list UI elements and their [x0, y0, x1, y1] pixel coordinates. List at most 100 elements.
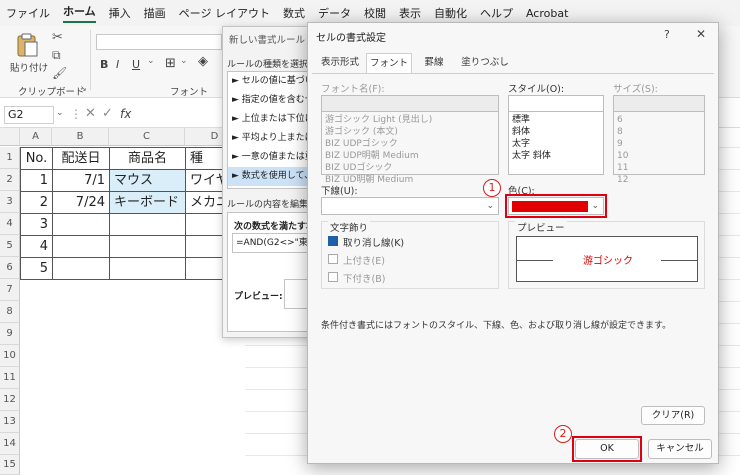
cancel-icon[interactable]: ✕ — [85, 106, 96, 121]
table-header-cell[interactable]: No. — [20, 147, 53, 170]
list-item[interactable]: 11 — [614, 162, 704, 174]
menu-file[interactable]: ファイル — [6, 5, 50, 21]
list-item[interactable]: 8 — [614, 126, 704, 138]
menu-insert[interactable]: 挿入 — [109, 5, 131, 21]
tab-font[interactable]: フォント — [366, 53, 412, 74]
menu-automate[interactable]: 自動化 — [434, 5, 467, 21]
copy-icon[interactable]: ⧉ — [52, 48, 61, 63]
function-icon[interactable]: fx — [120, 107, 131, 121]
list-item[interactable]: BIZ UDPゴシック — [322, 138, 498, 150]
dialog-launcher-icon[interactable]: ↘ — [80, 84, 87, 93]
select-all-corner[interactable] — [0, 128, 20, 146]
clear-button[interactable]: クリア(R) — [641, 406, 705, 425]
list-item[interactable]: 游ゴシック Light (見出し) — [322, 112, 498, 126]
menu-page-layout[interactable]: ページ レイアウト — [179, 5, 270, 21]
table-cell[interactable]: 7/1 — [52, 169, 110, 192]
help-button[interactable]: ? — [664, 28, 670, 41]
row-header[interactable]: 6 — [0, 257, 20, 279]
list-item[interactable]: 12 — [614, 174, 704, 186]
list-item[interactable]: 太字 斜体 — [509, 150, 603, 162]
table-cell[interactable]: 1 — [20, 169, 53, 192]
row-header[interactable]: 15 — [0, 455, 20, 475]
tab-fill[interactable]: 塗りつぶし — [458, 53, 512, 73]
size-list[interactable]: 6 8 9 10 11 12 — [613, 111, 705, 185]
check-icon[interactable]: ✓ — [102, 106, 113, 121]
table-cell[interactable]: 7/24 — [52, 191, 110, 214]
column-header[interactable]: B — [52, 128, 109, 146]
row-header[interactable]: 2 — [0, 169, 20, 191]
row-header[interactable]: 12 — [0, 389, 20, 411]
row-header[interactable]: 3 — [0, 191, 20, 213]
table-cell[interactable]: マウス — [109, 169, 186, 192]
table-cell[interactable]: 5 — [20, 257, 53, 280]
row-header[interactable]: 14 — [0, 433, 20, 455]
border-icon[interactable]: ⊞ — [165, 56, 176, 71]
cut-icon[interactable]: ✂ — [52, 30, 63, 45]
italic-button[interactable]: I — [116, 58, 119, 71]
list-item[interactable]: BIZ UDゴシック — [322, 162, 498, 174]
table-cell[interactable]: キーボード — [109, 191, 186, 214]
strikethrough-label[interactable]: 取り消し線(K) — [343, 235, 404, 249]
list-item[interactable]: 游ゴシック (本文) — [322, 126, 498, 138]
table-header-cell[interactable]: 配送日 — [52, 147, 110, 170]
menu-view[interactable]: 表示 — [399, 5, 421, 21]
bold-button[interactable]: B — [100, 58, 108, 71]
row-header[interactable]: 11 — [0, 367, 20, 389]
table-cell[interactable] — [109, 235, 186, 258]
table-header-cell[interactable]: 商品名 — [109, 147, 186, 170]
menu-help[interactable]: ヘルプ — [480, 5, 513, 21]
underline-button[interactable]: U — [132, 58, 140, 71]
row-header[interactable]: 8 — [0, 301, 20, 323]
chevron-down-icon[interactable]: ⌄ — [56, 108, 64, 118]
chevron-down-icon[interactable]: ⌄ — [180, 56, 188, 66]
close-button[interactable]: ✕ — [696, 27, 706, 41]
column-header[interactable]: A — [20, 128, 52, 146]
row-header[interactable]: 5 — [0, 235, 20, 257]
list-item[interactable]: 10 — [614, 150, 704, 162]
row-header[interactable]: 9 — [0, 323, 20, 345]
strikethrough-checkbox[interactable] — [328, 236, 338, 246]
subscript-checkbox[interactable] — [328, 272, 338, 282]
row-header[interactable]: 4 — [0, 213, 20, 235]
subscript-label[interactable]: 下付き(B) — [343, 271, 385, 285]
row-header[interactable]: 1 — [0, 147, 20, 169]
list-item[interactable]: 6 — [614, 112, 704, 126]
row-header[interactable]: 10 — [0, 345, 20, 367]
tab-border[interactable]: 罫線 — [414, 53, 454, 73]
list-item[interactable]: BIZ UDP明朝 Medium — [322, 150, 498, 162]
menu-data[interactable]: データ — [318, 5, 351, 21]
list-item[interactable]: 斜体 — [509, 126, 603, 138]
row-header[interactable]: 7 — [0, 279, 20, 301]
menu-formulas[interactable]: 数式 — [283, 5, 305, 21]
table-cell[interactable] — [109, 257, 186, 280]
list-item[interactable]: 9 — [614, 138, 704, 150]
font-name-list[interactable]: 游ゴシック Light (見出し) 游ゴシック (本文) BIZ UDPゴシック… — [321, 111, 499, 185]
paste-button[interactable] — [14, 32, 44, 60]
menu-acrobat[interactable]: Acrobat — [526, 7, 568, 20]
table-cell[interactable] — [109, 213, 186, 236]
list-item[interactable]: 太字 — [509, 138, 603, 150]
table-cell[interactable] — [52, 213, 110, 236]
menu-review[interactable]: 校閲 — [364, 5, 386, 21]
fill-color-icon[interactable]: ◈ — [198, 54, 208, 69]
superscript-checkbox[interactable] — [328, 254, 338, 264]
list-item[interactable]: 標準 — [509, 112, 603, 126]
tab-number-format[interactable]: 表示形式 — [316, 53, 364, 73]
table-cell[interactable] — [52, 257, 110, 280]
chevron-down-icon[interactable]: ⌄ — [147, 56, 155, 66]
font-name-box[interactable] — [96, 34, 222, 50]
table-cell[interactable]: 2 — [20, 191, 53, 214]
superscript-label[interactable]: 上付き(E) — [343, 253, 385, 267]
table-cell[interactable]: 3 — [20, 213, 53, 236]
column-header[interactable]: C — [109, 128, 185, 146]
table-cell[interactable] — [52, 235, 110, 258]
menu-home[interactable]: ホーム — [63, 3, 96, 23]
format-painter-icon[interactable]: 🖌 — [52, 66, 67, 80]
name-box[interactable]: G2 — [4, 106, 54, 124]
table-cell[interactable]: 4 — [20, 235, 53, 258]
style-list[interactable]: 標準 斜体 太字 太字 斜体 — [508, 111, 604, 175]
row-header[interactable]: 13 — [0, 411, 20, 433]
menu-draw[interactable]: 描画 — [144, 5, 166, 21]
underline-select[interactable]: ⌄ — [321, 197, 499, 215]
cancel-button[interactable]: キャンセル — [648, 439, 712, 459]
